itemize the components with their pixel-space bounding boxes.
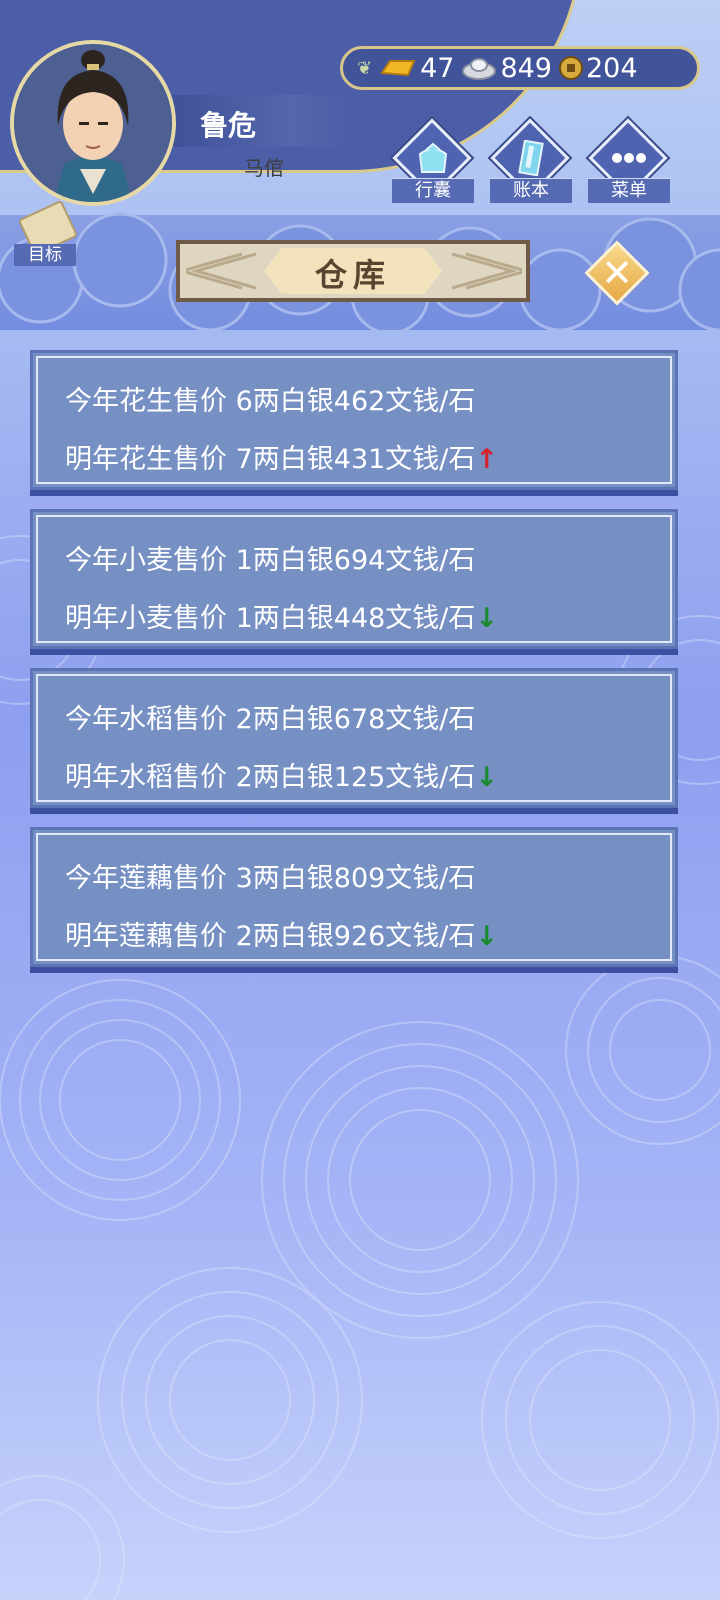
next-year-price-row: 明年莲藕售价 2两白银926文钱/石↓ <box>65 914 498 953</box>
next-year-price: 明年水稻售价 2两白银125文钱/石 <box>65 762 476 793</box>
next-year-price: 明年小麦售价 1两白银448文钱/石 <box>65 603 476 634</box>
gold-bar-icon <box>380 60 416 77</box>
next-year-price-row: 明年花生售价 7两白银431文钱/石↑ <box>65 437 498 476</box>
goal-button[interactable]: 目标 <box>14 199 79 266</box>
price-card-lotus-root: 今年莲藕售价 3两白银809文钱/石 明年莲藕售价 2两白银926文钱/石↓ <box>30 827 678 967</box>
player-name: 鲁危 <box>200 109 257 142</box>
trend-down-icon: ↓ <box>475 921 499 952</box>
player-avatar[interactable] <box>10 40 176 206</box>
bundle-icon <box>418 142 448 173</box>
bag-button[interactable]: 行囊 <box>392 118 474 208</box>
goal-label: 目标 <box>14 244 76 266</box>
close-icon[interactable]: ✕ <box>592 248 642 298</box>
coin-counter: 204 <box>558 53 638 84</box>
more-dots-icon <box>612 153 646 163</box>
currency-bar: ❦ 47 849 204 <box>340 46 700 90</box>
panel-title-plaque: 仓库 <box>176 240 530 302</box>
next-year-price-row: 明年水稻售价 2两白银125文钱/石↓ <box>65 755 498 794</box>
price-card-wheat: 今年小麦售价 1两白银694文钱/石 明年小麦售价 1两白银448文钱/石↓ <box>30 509 678 649</box>
menu-label: 菜单 <box>588 178 670 203</box>
panel-title: 仓库 <box>314 256 391 294</box>
price-card-peanut: 今年花生售价 6两白银462文钱/石 明年花生售价 7两白银431文钱/石↑ <box>30 350 678 490</box>
menu-button[interactable]: 菜单 <box>588 118 670 208</box>
this-year-price: 今年水稻售价 2两白银678文钱/石 <box>65 704 476 735</box>
silver-counter: 849 <box>460 53 552 84</box>
next-year-price: 明年花生售价 7两白银431文钱/石 <box>65 444 476 475</box>
trend-down-icon: ↓ <box>475 762 499 793</box>
trend-down-icon: ↓ <box>475 603 499 634</box>
book-icon <box>518 140 544 176</box>
this-year-price: 今年小麦售价 1两白银694文钱/石 <box>65 545 476 576</box>
this-year-price: 今年花生售价 6两白银462文钱/石 <box>65 386 476 417</box>
this-year-price: 今年莲藕售价 3两白银809文钱/石 <box>65 863 476 894</box>
silver-amount: 849 <box>500 52 552 84</box>
next-year-price-row: 明年小麦售价 1两白银448文钱/石↓ <box>65 596 498 635</box>
coin-amount: 204 <box>586 52 638 84</box>
next-year-price: 明年莲藕售价 2两白银926文钱/石 <box>65 921 476 952</box>
price-card-rice: 今年水稻售价 2两白银678文钱/石 明年水稻售价 2两白银125文钱/石↓ <box>30 668 678 808</box>
ledger-label: 账本 <box>490 178 572 203</box>
gold-amount: 47 <box>420 52 455 84</box>
bamboo-icon: ❦ <box>357 57 373 79</box>
trend-up-icon: ↑ <box>475 444 499 475</box>
ledger-button[interactable]: 账本 <box>490 118 572 208</box>
copper-coin-icon <box>559 56 583 80</box>
player-title: 马倌 <box>244 156 284 180</box>
gold-counter: 47 <box>378 53 454 84</box>
silver-ingot-icon <box>462 58 497 80</box>
bag-label: 行囊 <box>392 178 474 203</box>
